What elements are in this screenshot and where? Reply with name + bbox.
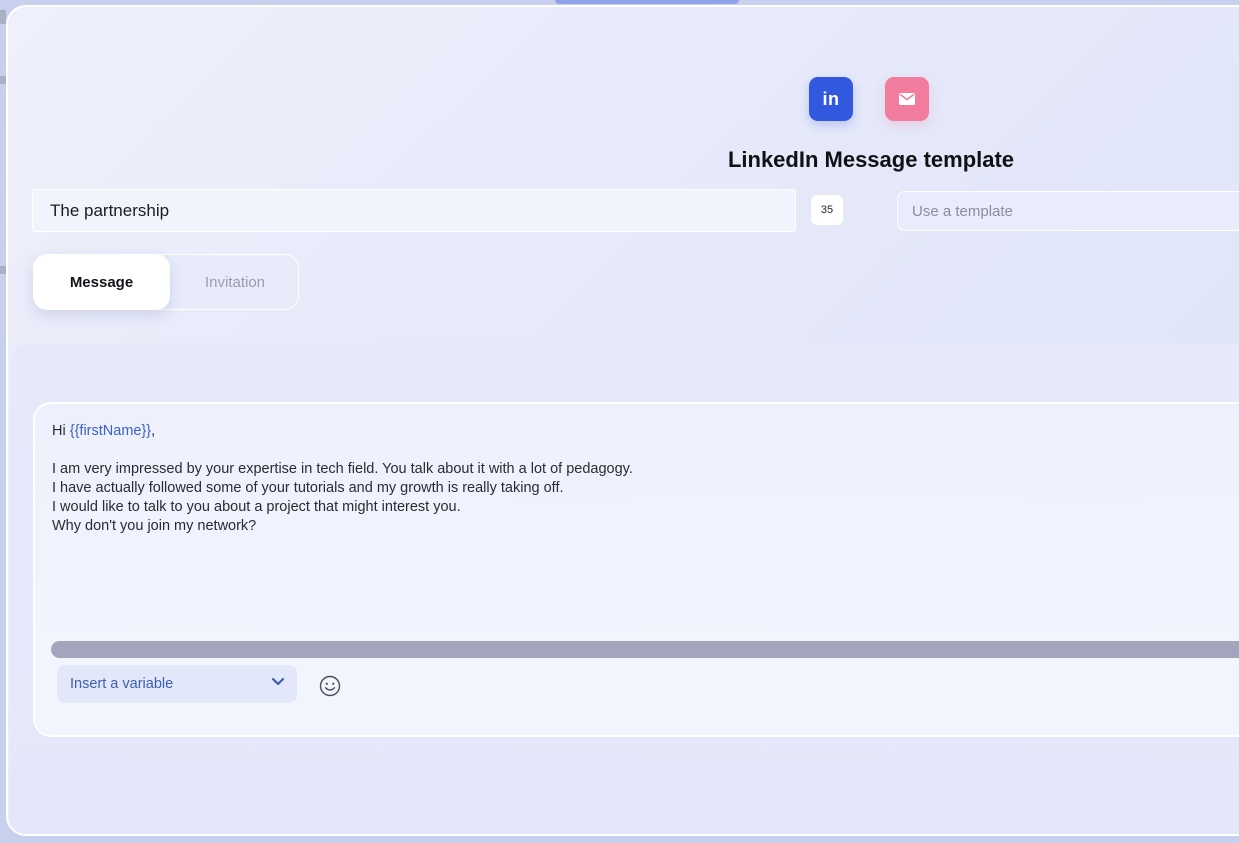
- greeting-prefix: Hi: [52, 423, 70, 439]
- greeting-line: Hi {{firstName}},: [52, 422, 1202, 441]
- message-body[interactable]: Hi {{firstName}}, I am very impressed by…: [52, 422, 1202, 536]
- email-channel-button[interactable]: [885, 77, 929, 121]
- background-active-tab: [555, 0, 739, 4]
- use-template-placeholder: Use a template: [912, 202, 1013, 220]
- smiley-icon: [319, 675, 341, 697]
- linkedin-icon: in: [822, 88, 840, 109]
- use-template-select[interactable]: Use a template: [897, 191, 1239, 231]
- background-element: [0, 10, 6, 24]
- tab-invitation[interactable]: Invitation: [170, 254, 300, 310]
- tab-message[interactable]: Message: [33, 254, 170, 310]
- character-count-badge: 35: [811, 195, 843, 225]
- message-line: I am very impressed by your expertise in…: [52, 461, 633, 477]
- message-line: Why don't you join my network?: [52, 518, 257, 534]
- linkedin-channel-button[interactable]: in: [809, 77, 853, 121]
- horizontal-scrollbar[interactable]: [51, 641, 1239, 658]
- greeting-suffix: ,: [151, 423, 156, 439]
- message-line: I have actually followed some of your tu…: [52, 480, 564, 496]
- emoji-button[interactable]: [318, 674, 342, 698]
- insert-variable-label: Insert a variable: [70, 676, 174, 692]
- chevron-down-icon: [271, 677, 285, 686]
- first-name-variable: {{firstName}}: [69, 423, 152, 439]
- insert-variable-select[interactable]: Insert a variable: [57, 665, 297, 703]
- message-line: I would like to talk to you about a proj…: [52, 499, 461, 515]
- template-name-input[interactable]: [32, 189, 796, 232]
- template-editor-modal: in LinkedIn Message template 35 Use a te…: [6, 5, 1239, 836]
- mail-icon: [899, 93, 915, 105]
- page-title: LinkedIn Message template: [727, 147, 1015, 172]
- message-type-tabs: Message Invitation: [33, 254, 299, 310]
- message-editor[interactable]: Hi {{firstName}}, I am very impressed by…: [33, 402, 1239, 737]
